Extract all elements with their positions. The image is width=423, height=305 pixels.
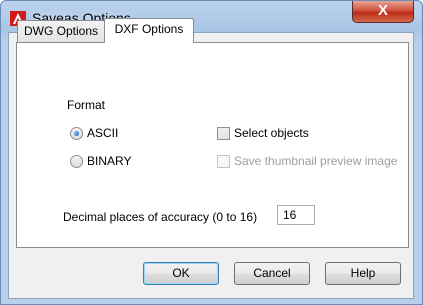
tab-dxf-options[interactable]: DXF Options <box>104 18 194 43</box>
checkbox-save-thumbnail-label: Save thumbnail preview image <box>234 154 398 168</box>
radio-ascii[interactable]: ASCII <box>70 126 140 142</box>
radio-button-selected[interactable] <box>70 127 83 140</box>
close-icon: X <box>377 2 388 19</box>
decimal-places-input[interactable]: 16 <box>277 205 315 225</box>
format-group-label: Format <box>65 98 108 112</box>
checkbox-save-thumbnail: Save thumbnail preview image <box>217 154 407 170</box>
cancel-button[interactable]: Cancel <box>234 262 310 285</box>
checkbox-select-objects-label: Select objects <box>234 126 309 140</box>
checkbox-box-disabled <box>217 155 230 168</box>
tab-dwg-options[interactable]: DWG Options <box>17 20 105 42</box>
help-button[interactable]: Help <box>325 262 401 285</box>
radio-ascii-label: ASCII <box>87 126 119 140</box>
saveas-options-dialog: Saveas Options X DWG Options DXF Options… <box>0 0 423 305</box>
ok-button[interactable]: OK <box>143 262 219 285</box>
decimal-places-label: Decimal places of accuracy (0 to 16) <box>63 210 258 224</box>
radio-selected-dot <box>74 131 79 136</box>
radio-binary[interactable]: BINARY <box>70 154 150 170</box>
radio-button-unselected[interactable] <box>70 155 83 168</box>
checkbox-select-objects[interactable]: Select objects <box>217 126 327 142</box>
checkbox-box[interactable] <box>217 127 230 140</box>
radio-binary-label: BINARY <box>87 154 132 168</box>
close-button[interactable]: X <box>352 1 414 23</box>
